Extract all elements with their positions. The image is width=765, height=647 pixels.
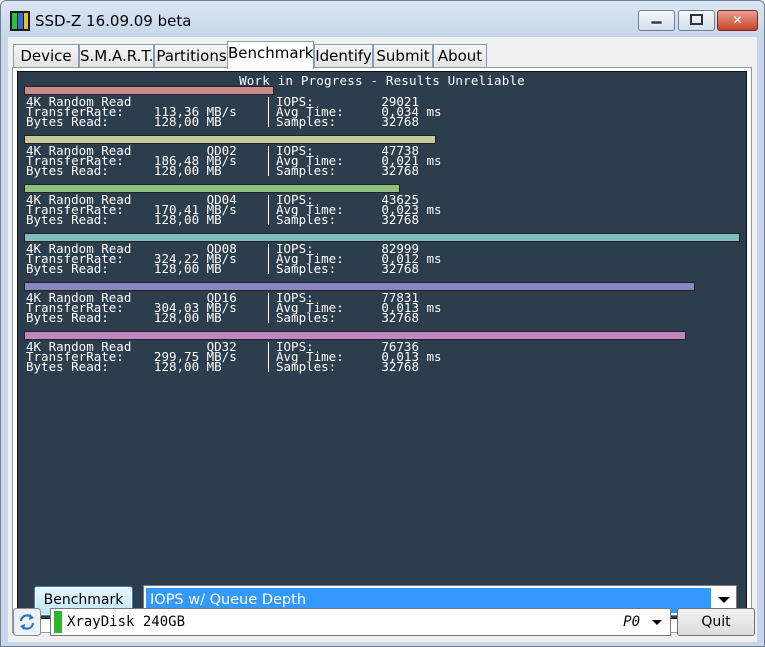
result-separator — [268, 146, 269, 176]
tab-benchmark[interactable]: Benchmark — [227, 41, 314, 69]
result-left-column: 4K Random Read TransferRate: 113,36 MB/s… — [26, 94, 237, 129]
minimize-button[interactable] — [638, 10, 675, 31]
tab-identify[interactable]: Identify — [314, 44, 373, 68]
result-left-column: 4K Random Read QD08 TransferRate: 324,22… — [26, 241, 237, 276]
client-area: Device S.M.A.R.T. Partitions Benchmark I… — [8, 37, 757, 642]
benchmark-results-area: Work in Progress - Results Unreliable 4K… — [17, 71, 747, 619]
disk-name: XrayDisk 240GB — [67, 614, 186, 630]
chevron-down-icon[interactable] — [652, 620, 662, 625]
result-separator — [268, 293, 269, 323]
quit-button[interactable]: Quit — [677, 608, 755, 636]
close-button[interactable]: ✕ — [717, 10, 758, 31]
result-right-column: IOPS: 29021 Avg Time: 0,034 ms Samples: … — [276, 94, 442, 129]
refresh-icon[interactable] — [13, 608, 41, 636]
close-icon: ✕ — [732, 13, 743, 27]
app-icon — [10, 11, 30, 31]
maximize-icon — [690, 14, 703, 25]
minimize-icon — [650, 20, 663, 25]
result-separator — [268, 195, 269, 225]
tab-device[interactable]: Device — [13, 44, 79, 68]
result-right-column: IOPS: 77831 Avg Time: 0,013 ms Samples: … — [276, 290, 442, 325]
dropdown-arrow-icon[interactable] — [718, 597, 730, 603]
tab-about[interactable]: About — [433, 44, 487, 68]
result-right-column: IOPS: 43625 Avg Time: 0,023 ms Samples: … — [276, 192, 442, 227]
app-window: SSD-Z 16.09.09 beta ✕ Device S.M.A.R.T. … — [0, 0, 765, 647]
result-right-column: IOPS: 76736 Avg Time: 0,013 ms Samples: … — [276, 339, 442, 374]
result-separator — [268, 97, 269, 127]
tab-smart[interactable]: S.M.A.R.T. — [79, 44, 154, 68]
result-separator — [268, 244, 269, 274]
title-bar: SSD-Z 16.09.09 beta ✕ — [1, 1, 764, 37]
result-left-column: 4K Random Read QD02 TransferRate: 186,48… — [26, 143, 237, 178]
result-right-column: IOPS: 47738 Avg Time: 0,021 ms Samples: … — [276, 143, 442, 178]
tab-partitions[interactable]: Partitions — [154, 44, 229, 68]
result-left-column: 4K Random Read QD32 TransferRate: 299,75… — [26, 339, 237, 374]
tab-submit[interactable]: Submit — [373, 44, 433, 68]
disk-status-indicator — [54, 611, 62, 633]
disk-port: P0 — [623, 614, 640, 630]
result-right-column: IOPS: 82999 Avg Time: 0,012 ms Samples: … — [276, 241, 442, 276]
benchmark-panel: Work in Progress - Results Unreliable 4K… — [12, 67, 752, 633]
result-left-column: 4K Random Read QD16 TransferRate: 304,03… — [26, 290, 237, 325]
maximize-button[interactable] — [678, 10, 715, 31]
result-left-column: 4K Random Read QD04 TransferRate: 170,41… — [26, 192, 237, 227]
result-separator — [268, 342, 269, 372]
window-title: SSD-Z 16.09.09 beta — [35, 12, 192, 30]
disk-select[interactable]: XrayDisk 240GB P0 — [50, 608, 671, 636]
